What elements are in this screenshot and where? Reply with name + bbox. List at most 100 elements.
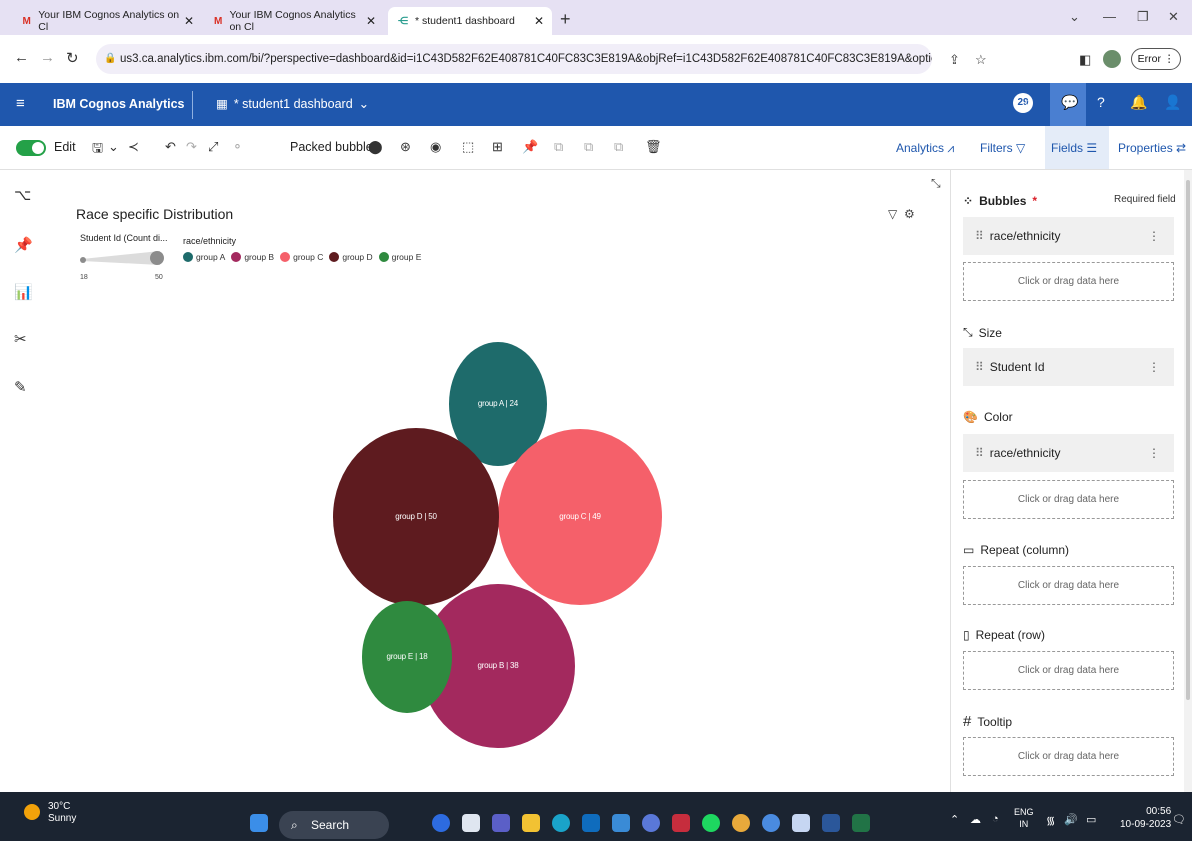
- chevron-down-icon[interactable]: ⌄: [1069, 9, 1080, 25]
- overflow-menu-icon[interactable]: ⋮: [1148, 434, 1160, 472]
- edit-toggle[interactable]: [16, 140, 46, 156]
- hamburger-menu-icon[interactable]: ≡: [16, 95, 25, 112]
- weather-widget[interactable]: 30°C Sunny: [48, 801, 76, 825]
- overflow-menu-icon[interactable]: ⋮: [1148, 348, 1160, 386]
- task-view-icon[interactable]: [462, 814, 480, 832]
- volume-icon[interactable]: 🔊: [1064, 813, 1078, 826]
- app-icon[interactable]: [432, 814, 450, 832]
- window-close-icon[interactable]: ✕: [1168, 9, 1179, 25]
- tooltip-drop-zone[interactable]: Click or drag data here: [963, 737, 1174, 776]
- copy-icon[interactable]: ⧉: [554, 139, 563, 155]
- pin-icon[interactable]: 📌: [522, 139, 538, 155]
- link-icon[interactable]: ⚬: [232, 139, 243, 155]
- assistant-icon[interactable]: ✎: [14, 378, 27, 396]
- app-icon[interactable]: [642, 814, 660, 832]
- teams-icon[interactable]: [492, 814, 510, 832]
- browser-tab-2[interactable]: M Your IBM Cognos Analytics on Cl ✕: [204, 7, 384, 35]
- bubbles-field-well[interactable]: ⠿ race/ethnicity ⋮: [963, 217, 1174, 255]
- chat-button[interactable]: 💬: [1050, 83, 1086, 126]
- focus-icon[interactable]: ◉: [430, 139, 441, 155]
- filter-icon[interactable]: ▽: [888, 207, 897, 221]
- excel-icon[interactable]: [852, 814, 870, 832]
- help-icon[interactable]: ?: [1097, 94, 1105, 110]
- panel-scrollbar[interactable]: [1184, 170, 1192, 792]
- duplicate-icon[interactable]: ⧉: [614, 139, 623, 155]
- widgets-icon[interactable]: ✂: [14, 330, 27, 348]
- star-icon[interactable]: ☆: [975, 52, 987, 68]
- browser-tab-3[interactable]: ⋲ * student1 dashboard ✕: [388, 7, 552, 35]
- battery-icon[interactable]: ▭: [1086, 813, 1096, 826]
- weather-sun-icon[interactable]: [24, 804, 40, 820]
- back-icon[interactable]: ←: [14, 49, 29, 66]
- share-icon[interactable]: ⇪: [949, 52, 960, 68]
- taskbar-search[interactable]: ⌕ Search: [279, 811, 389, 839]
- dashboard-title-button[interactable]: ▦ * student1 dashboard ⌄: [216, 96, 369, 112]
- collapse-icon[interactable]: ⤡: [931, 176, 941, 191]
- filters-tab[interactable]: Filters ▽: [980, 141, 1025, 155]
- bubble-group-C[interactable]: group C | 49: [497, 429, 663, 605]
- bubble-group-E[interactable]: group E | 18: [362, 601, 452, 713]
- edge-icon[interactable]: [552, 814, 570, 832]
- chrome-icon[interactable]: [732, 814, 750, 832]
- properties-tab[interactable]: Properties ⇄: [1118, 141, 1186, 155]
- visualizations-icon[interactable]: 📊: [14, 283, 33, 301]
- wifi-icon[interactable]: ᯾: [1046, 813, 1055, 828]
- paste-icon[interactable]: ⧉: [584, 139, 593, 155]
- bell-icon[interactable]: 🔔: [1130, 94, 1147, 111]
- legend-item[interactable]: group A: [183, 252, 225, 262]
- reload-icon[interactable]: ↻: [66, 49, 79, 67]
- user-icon[interactable]: 👤: [1164, 94, 1181, 111]
- data-tree-icon[interactable]: ⌥: [14, 186, 31, 204]
- close-icon[interactable]: ✕: [534, 14, 544, 28]
- share-icon[interactable]: ≺: [128, 139, 139, 155]
- legend-item[interactable]: group D: [329, 252, 373, 262]
- profile-avatar[interactable]: [1103, 50, 1121, 68]
- close-icon[interactable]: ✕: [184, 14, 194, 28]
- save-icon[interactable]: 🖫: [92, 139, 103, 161]
- app-tray-icon[interactable]: ◔: [992, 813, 999, 825]
- bubble-group-D[interactable]: group D | 50: [333, 428, 499, 606]
- spotify-icon[interactable]: [702, 814, 720, 832]
- mysql-icon[interactable]: [612, 814, 630, 832]
- undo-icon[interactable]: ↶: [165, 139, 176, 155]
- fields-tab[interactable]: Fields ☰: [1051, 141, 1097, 155]
- windows-start-icon[interactable]: [250, 814, 268, 832]
- chevron-up-icon[interactable]: ⌃: [950, 813, 959, 826]
- new-tab-icon[interactable]: +: [560, 9, 571, 30]
- visualization-type-label[interactable]: Packed bubble: [290, 140, 373, 154]
- legend-item[interactable]: group B: [231, 252, 274, 262]
- sidepanel-icon[interactable]: ◧: [1079, 52, 1091, 68]
- clock[interactable]: 00:56 10-09-2023: [1120, 805, 1171, 831]
- browser-tab-1[interactable]: M Your IBM Cognos Analytics on Cl ✕: [12, 7, 202, 35]
- table-icon[interactable]: ⊞: [492, 139, 503, 155]
- search-icon[interactable]: ⌕: [1024, 94, 1032, 111]
- chevron-down-icon[interactable]: ⌄: [108, 139, 119, 155]
- error-button[interactable]: Error ⋮: [1131, 48, 1181, 70]
- chrome-icon[interactable]: [762, 814, 780, 832]
- notifications-icon[interactable]: 🗨: [1172, 813, 1186, 826]
- redo-icon[interactable]: ↷: [186, 139, 197, 155]
- pin-icon[interactable]: 📌: [14, 236, 33, 254]
- expand-icon[interactable]: ⤢: [208, 139, 218, 155]
- trash-icon[interactable]: 🗑: [645, 139, 662, 155]
- forward-icon[interactable]: →: [40, 49, 55, 66]
- analytics-tab[interactable]: Analytics ⩘: [896, 141, 954, 156]
- repeat-row-drop-zone[interactable]: Click or drag data here: [963, 651, 1174, 690]
- legend-item[interactable]: group E: [378, 252, 421, 262]
- url-field[interactable]: 🔒 us3.ca.analytics.ibm.com/bi/?perspecti…: [96, 44, 932, 74]
- color-field-well[interactable]: ⠿ race/ethnicity ⋮: [963, 434, 1174, 472]
- size-field-well[interactable]: ⠿ Student Id ⋮: [963, 348, 1174, 386]
- bubble-chart-icon[interactable]: ⬤: [368, 139, 383, 155]
- repeat-column-drop-zone[interactable]: Click or drag data here: [963, 566, 1174, 605]
- language-indicator[interactable]: ENG IN: [1014, 806, 1034, 830]
- restore-icon[interactable]: ❐: [1137, 9, 1149, 25]
- store-icon[interactable]: [582, 814, 600, 832]
- onedrive-icon[interactable]: ☁: [970, 813, 981, 826]
- settings-icon[interactable]: ⚙: [904, 207, 915, 221]
- bubbles-drop-zone[interactable]: Click or drag data here: [963, 262, 1174, 301]
- select-icon[interactable]: ⬚: [462, 139, 474, 155]
- app-icon[interactable]: [792, 814, 810, 832]
- word-icon[interactable]: [822, 814, 840, 832]
- color-drop-zone[interactable]: Click or drag data here: [963, 480, 1174, 519]
- scrollbar-thumb[interactable]: [1186, 180, 1190, 700]
